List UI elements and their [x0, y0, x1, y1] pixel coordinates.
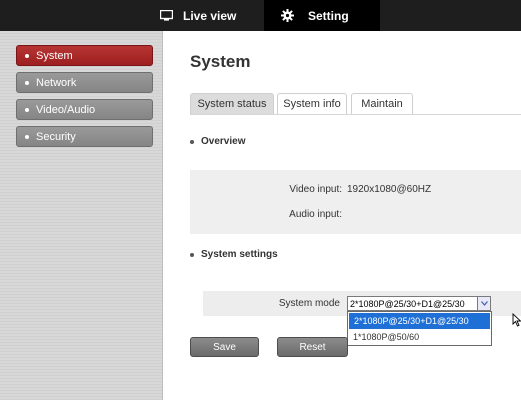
- sidebar-item-label: System: [36, 49, 73, 62]
- tab-system-info[interactable]: System info: [277, 93, 347, 114]
- sidebar-item-label: Network: [36, 76, 77, 89]
- bullet-icon: [25, 107, 29, 112]
- system-settings-heading-label: System settings: [201, 249, 278, 260]
- system-mode-select[interactable]: 2*1080P@25/30+D1@25/30: [347, 296, 491, 311]
- video-input-label: Video input:: [289, 184, 342, 195]
- save-button[interactable]: Save: [190, 337, 259, 357]
- bullet-icon: [25, 80, 29, 85]
- sidebar-item-video-audio[interactable]: Video/Audio: [16, 99, 153, 120]
- gear-icon: [281, 9, 294, 22]
- dropdown-option[interactable]: 1*1080P@50/60: [348, 329, 491, 345]
- nav-setting-label: Setting: [308, 8, 349, 23]
- bullet-icon: [190, 139, 194, 144]
- tab-maintain[interactable]: Maintain: [351, 93, 413, 114]
- system-settings-heading: System settings: [190, 249, 278, 260]
- page-title: System: [190, 52, 251, 71]
- sidebar-item-security[interactable]: Security: [16, 126, 153, 147]
- reset-button[interactable]: Reset: [277, 337, 348, 357]
- nav-live-view[interactable]: Live view: [159, 0, 260, 31]
- system-mode-selected-value: 2*1080P@25/30+D1@25/30: [350, 298, 465, 309]
- overview-panel: [190, 170, 521, 234]
- audio-input-label: Audio input:: [289, 209, 342, 220]
- tab-system-status[interactable]: System status: [190, 93, 274, 114]
- top-navigation-bar: Live view Setting: [0, 0, 521, 31]
- bullet-icon: [25, 53, 29, 58]
- nav-setting[interactable]: Setting: [264, 0, 380, 31]
- sidebar-item-label: Security: [36, 130, 76, 143]
- bullet-icon: [190, 252, 194, 257]
- sidebar-item-network[interactable]: Network: [16, 72, 153, 93]
- monitor-icon: [159, 9, 174, 21]
- video-input-value: 1920x1080@60HZ: [347, 184, 432, 195]
- chevron-down-icon[interactable]: [477, 297, 490, 310]
- sidebar-item-system[interactable]: System: [16, 45, 153, 66]
- overview-heading-label: Overview: [201, 136, 246, 147]
- bullet-icon: [25, 134, 29, 139]
- system-mode-dropdown-list: 2*1080P@25/30+D1@25/30 1*1080P@50/60: [347, 311, 492, 346]
- nav-live-view-label: Live view: [183, 8, 237, 23]
- sidebar-item-label: Video/Audio: [36, 103, 96, 116]
- tab-divider: [190, 114, 521, 115]
- system-mode-label: System mode: [278, 298, 340, 309]
- dropdown-option[interactable]: 2*1080P@25/30+D1@25/30: [349, 313, 490, 329]
- mouse-cursor-icon: [512, 313, 521, 327]
- overview-heading: Overview: [190, 136, 245, 147]
